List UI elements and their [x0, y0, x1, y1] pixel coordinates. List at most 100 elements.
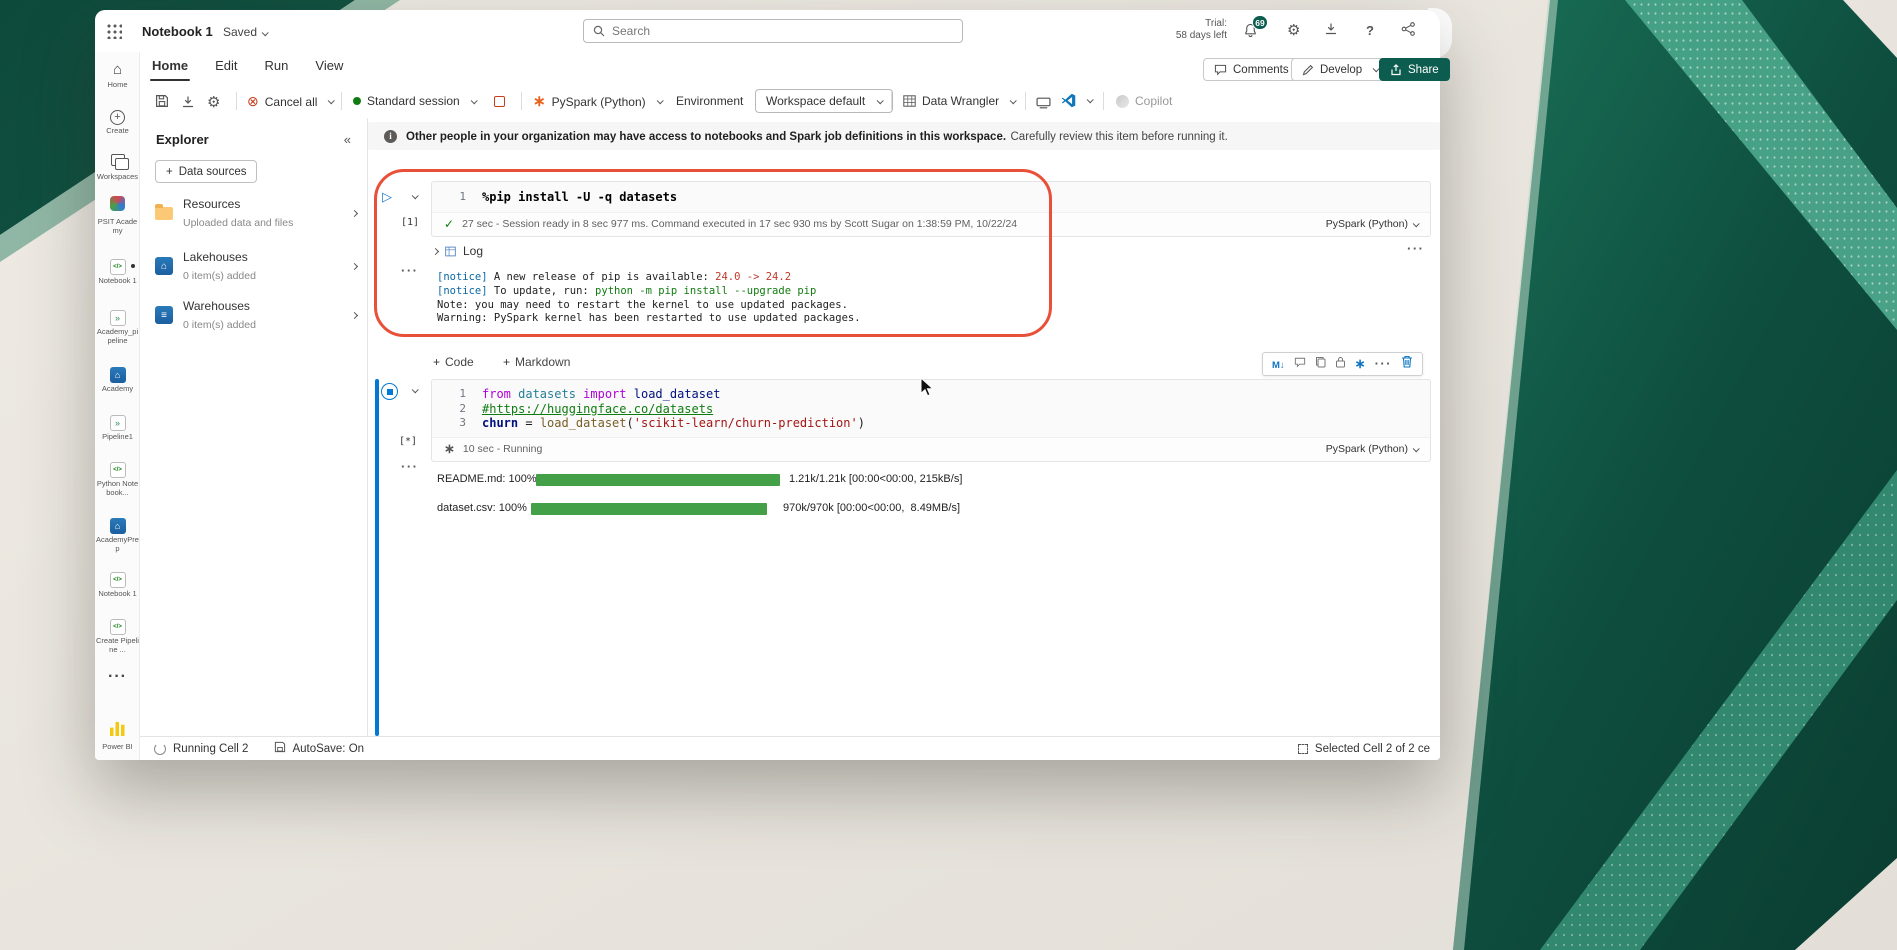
rail-item-home[interactable]: Home	[95, 60, 140, 89]
data-wrangler-button[interactable]: Data Wrangler	[903, 94, 1015, 108]
chevron-right-icon[interactable]	[351, 209, 358, 216]
cell1-kernel-selector[interactable]: PySpark (Python)	[1326, 218, 1418, 230]
chevron-down-icon	[470, 97, 477, 104]
rail-item-notebook-1[interactable]: Notebook 1	[95, 255, 140, 286]
add-code-cell-button[interactable]: Code	[433, 355, 474, 369]
comments-button[interactable]: Comments	[1203, 58, 1300, 81]
running-asterisk-icon	[444, 440, 455, 458]
add-icon	[433, 355, 440, 369]
success-check-icon	[444, 215, 454, 233]
rail-item-notebook-1b[interactable]: Notebook 1	[95, 568, 140, 599]
download-icon[interactable]	[1324, 22, 1338, 41]
cell1-more-button[interactable]	[401, 262, 419, 280]
workspace-access-banner: Other people in your organization may ha…	[368, 122, 1440, 150]
tab-edit[interactable]: Edit	[215, 58, 237, 73]
cell-collapse-chevron-icon[interactable]	[412, 386, 419, 393]
log-toggle[interactable]: Log	[433, 244, 483, 258]
rail-item-psit-academy[interactable]: PSIT Academy	[95, 196, 140, 235]
language-selector[interactable]: PySpark (Python)	[533, 94, 662, 109]
cell-collapse-chevron-icon[interactable]	[412, 192, 419, 199]
share-graph-icon[interactable]	[1401, 22, 1416, 41]
tab-home[interactable]: Home	[152, 58, 188, 73]
rail-item-academyprep[interactable]: AcademyPrep	[95, 516, 140, 553]
desktop-background: Notebook 1 Saved Search Trial:58 days le…	[0, 0, 1897, 950]
explorer-item-lakehouses[interactable]: Lakehouses0 item(s) added	[155, 248, 357, 284]
stop-cell-button[interactable]	[381, 383, 398, 400]
notebook-icon	[110, 462, 126, 478]
explorer-panel: Explorer Data sources ResourcesUploaded …	[140, 118, 368, 736]
chevron-down-icon	[1413, 445, 1420, 452]
save-status-dropdown[interactable]: Saved	[223, 25, 267, 39]
comment-icon	[1214, 64, 1227, 76]
add-data-sources-button[interactable]: Data sources	[155, 160, 257, 183]
rail-item-academy-pipeline[interactable]: Academy_pipeline	[95, 308, 140, 345]
cell2-more-button[interactable]	[401, 458, 419, 476]
selection-status: Selected Cell 2 of 2 ce	[1315, 743, 1430, 755]
autosave-icon	[274, 741, 286, 756]
chevron-down-icon	[1087, 96, 1094, 103]
rail-item-pipeline1[interactable]: Pipeline1	[95, 413, 140, 442]
save-icon[interactable]	[155, 94, 169, 113]
settings-gear-icon[interactable]	[1287, 21, 1300, 40]
waffle-menu-icon[interactable]	[106, 23, 122, 39]
rail-item-academy[interactable]: Academy	[95, 365, 140, 394]
chevron-down-icon	[1010, 97, 1017, 104]
chevron-right-icon[interactable]	[351, 262, 358, 269]
stop-session-button[interactable]	[494, 96, 505, 107]
rail-item-workspaces[interactable]: Workspaces	[95, 153, 140, 182]
add-markdown-cell-button[interactable]: Markdown	[503, 355, 570, 369]
chevron-down-icon	[656, 97, 663, 104]
cancel-all-button[interactable]: Cancel all	[247, 94, 333, 109]
freeze-icon[interactable]	[1355, 355, 1366, 373]
run-cell-button[interactable]	[382, 188, 392, 206]
environment-button[interactable]: Environment	[676, 94, 743, 108]
cell2-footer: 10 sec - Running PySpark (Python)	[432, 437, 1430, 461]
delete-cell-icon[interactable]	[1401, 355, 1413, 373]
develop-button[interactable]: Develop	[1291, 58, 1389, 81]
cell-more-icon[interactable]	[1375, 355, 1393, 373]
markdown-convert-icon[interactable]	[1272, 355, 1285, 373]
explorer-item-warehouses[interactable]: Warehouses0 item(s) added	[155, 297, 357, 333]
nav-rail: Home Create Workspaces PSIT Academy Note…	[95, 52, 140, 760]
chevron-down-icon	[262, 29, 269, 36]
rail-item-power-bi[interactable]: Power BI	[95, 722, 140, 752]
vscode-button[interactable]	[1061, 93, 1092, 108]
fabric-notebook-window: Notebook 1 Saved Search Trial:58 days le…	[95, 10, 1440, 760]
cell2-execution-count: [*]	[399, 436, 417, 447]
folder-icon	[155, 207, 173, 220]
share-button[interactable]: Share	[1379, 58, 1450, 81]
rail-item-create-pipeline[interactable]: Create Pipeline ...	[95, 615, 140, 654]
copy-icon[interactable]	[1315, 355, 1326, 373]
cell1-execution-count: [1]	[401, 217, 419, 228]
rail-item-python-notebook[interactable]: Python Notebook...	[95, 458, 140, 497]
chevron-right-icon[interactable]	[351, 311, 358, 318]
cell1-editor[interactable]: 1 %pip install -U -q datasets	[432, 182, 1430, 212]
workspace-icon	[110, 196, 125, 211]
collapse-explorer-icon[interactable]	[344, 131, 351, 149]
download-notebook-icon[interactable]	[181, 95, 195, 114]
chevron-right-icon	[432, 247, 439, 254]
create-plus-icon	[110, 110, 125, 125]
comment-icon[interactable]	[1294, 355, 1306, 373]
session-selector[interactable]: Standard session	[353, 94, 476, 108]
log-more-button[interactable]	[1407, 240, 1425, 258]
notifications-button[interactable]: 69	[1243, 22, 1259, 38]
help-icon[interactable]: ?	[1366, 23, 1374, 38]
cancel-circle-icon	[247, 94, 259, 109]
search-input[interactable]: Search	[583, 19, 963, 43]
rail-item-create[interactable]: Create	[95, 107, 140, 136]
tab-view[interactable]: View	[315, 58, 343, 73]
explorer-item-resources[interactable]: ResourcesUploaded data and files	[155, 195, 357, 231]
tab-run[interactable]: Run	[265, 58, 289, 73]
workspace-selector[interactable]: Workspace default	[755, 89, 893, 113]
terminal-icon[interactable]	[1036, 96, 1051, 114]
copilot-button[interactable]: Copilot	[1116, 94, 1172, 108]
lock-icon[interactable]	[1335, 355, 1346, 373]
progress-bar	[531, 503, 767, 515]
rail-item-more[interactable]	[95, 668, 140, 686]
cell2-kernel-selector[interactable]: PySpark (Python)	[1326, 443, 1418, 455]
warehouse-icon	[155, 306, 173, 324]
cell-toolbar	[1262, 352, 1423, 376]
autosave-status: AutoSave: On	[292, 743, 364, 755]
notebook-settings-gear-icon[interactable]	[207, 93, 220, 112]
